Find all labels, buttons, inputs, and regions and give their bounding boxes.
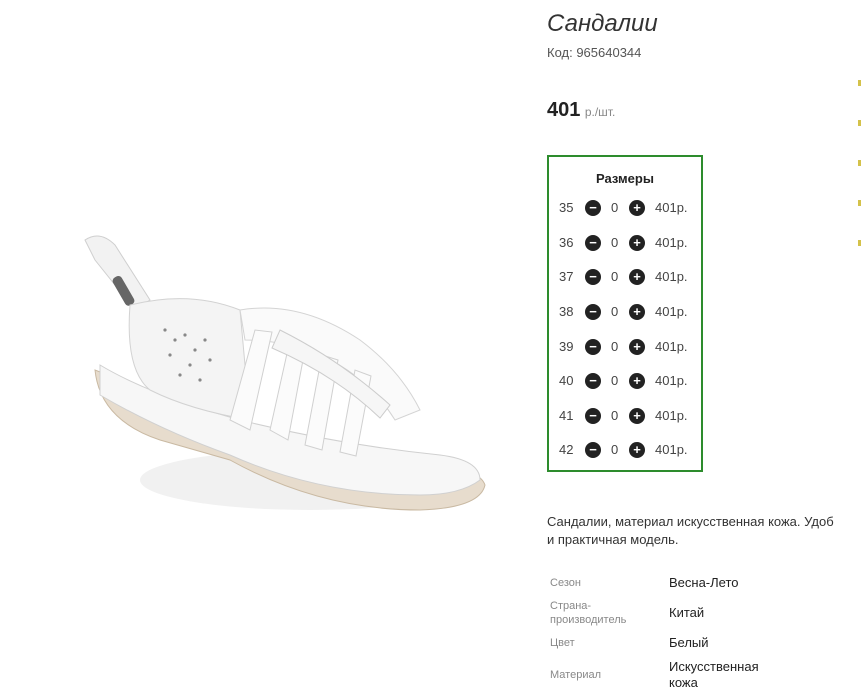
price-unit: р./шт. bbox=[584, 105, 616, 119]
spec-value-country: Китай bbox=[669, 605, 705, 620]
description-line: и практичная модель. bbox=[547, 532, 679, 547]
spec-label-line: производитель bbox=[550, 614, 627, 626]
quantity-value: 0 bbox=[611, 235, 619, 250]
minus-circle-icon[interactable]: − bbox=[585, 200, 601, 216]
size-price: 401р. bbox=[655, 339, 688, 354]
size-price: 401р. bbox=[655, 373, 688, 388]
size-label: 42 bbox=[559, 442, 574, 457]
sizes-title: Размеры bbox=[596, 171, 654, 186]
minus-circle-icon[interactable]: − bbox=[585, 304, 601, 320]
spec-value-season: Весна-Лето bbox=[669, 575, 739, 590]
quantity-value: 0 bbox=[611, 442, 619, 457]
quantity-value: 0 bbox=[611, 408, 619, 423]
size-price: 401р. bbox=[655, 269, 688, 284]
price-amount: 401 bbox=[547, 99, 581, 121]
size-label: 36 bbox=[559, 235, 574, 250]
sizes-panel: Размеры 35 − 0 + 401р. 36 − 0 + 401р. 37… bbox=[547, 155, 703, 472]
minus-circle-icon[interactable]: − bbox=[585, 339, 601, 355]
size-label: 39 bbox=[559, 339, 574, 354]
size-price: 401р. bbox=[655, 235, 688, 250]
plus-circle-icon[interactable]: + bbox=[629, 200, 645, 216]
size-row-41: 41 − 0 + 401р. bbox=[549, 406, 701, 426]
minus-circle-icon[interactable]: − bbox=[585, 269, 601, 285]
minus-circle-icon[interactable]: − bbox=[585, 442, 601, 458]
size-label: 38 bbox=[559, 304, 574, 319]
spec-label-material: Материал bbox=[550, 669, 601, 681]
product-description: Сандалии, материал искусственная кожа. У… bbox=[547, 513, 862, 549]
plus-circle-icon[interactable]: + bbox=[629, 442, 645, 458]
plus-circle-icon[interactable]: + bbox=[629, 373, 645, 389]
size-price: 401р. bbox=[655, 408, 688, 423]
plus-circle-icon[interactable]: + bbox=[629, 408, 645, 424]
quantity-value: 0 bbox=[611, 269, 619, 284]
size-price: 401р. bbox=[655, 200, 688, 215]
spec-value-material: Искусственная кожа bbox=[669, 659, 759, 691]
size-row-36: 36 − 0 + 401р. bbox=[549, 233, 701, 253]
product-image[interactable] bbox=[40, 190, 510, 550]
right-edge-decoration bbox=[858, 60, 862, 260]
size-row-42: 42 − 0 + 401р. bbox=[549, 440, 701, 460]
size-row-37: 37 − 0 + 401р. bbox=[549, 267, 701, 287]
description-line: Сандалии, материал искусственная кожа. У… bbox=[547, 514, 834, 529]
minus-circle-icon[interactable]: − bbox=[585, 373, 601, 389]
spec-value-line: кожа bbox=[669, 675, 698, 690]
plus-circle-icon[interactable]: + bbox=[629, 339, 645, 355]
size-row-40: 40 − 0 + 401р. bbox=[549, 371, 701, 391]
size-price: 401р. bbox=[655, 442, 688, 457]
quantity-value: 0 bbox=[611, 304, 619, 319]
quantity-value: 0 bbox=[611, 373, 619, 388]
minus-circle-icon[interactable]: − bbox=[585, 408, 601, 424]
size-row-39: 39 − 0 + 401р. bbox=[549, 337, 701, 357]
minus-circle-icon[interactable]: − bbox=[585, 235, 601, 251]
size-price: 401р. bbox=[655, 304, 688, 319]
quantity-value: 0 bbox=[611, 339, 619, 354]
spec-label-season: Сезон bbox=[550, 577, 581, 589]
quantity-value: 0 bbox=[611, 200, 619, 215]
size-label: 37 bbox=[559, 269, 574, 284]
plus-circle-icon[interactable]: + bbox=[629, 304, 645, 320]
product-price: 401 р./шт. bbox=[547, 99, 615, 122]
spec-value-color: Белый bbox=[669, 635, 709, 650]
size-row-35: 35 − 0 + 401р. bbox=[549, 198, 701, 218]
spec-label-country: Страна- производитель bbox=[550, 599, 626, 627]
spec-label-color: Цвет bbox=[550, 637, 575, 649]
plus-circle-icon[interactable]: + bbox=[629, 269, 645, 285]
plus-circle-icon[interactable]: + bbox=[629, 235, 645, 251]
spec-value-line: Искусственная bbox=[669, 659, 759, 674]
size-label: 41 bbox=[559, 408, 574, 423]
size-label: 40 bbox=[559, 373, 574, 388]
size-label: 35 bbox=[559, 200, 574, 215]
product-code: Код: 965640344 bbox=[547, 45, 642, 60]
spec-label-line: Страна- bbox=[550, 600, 592, 612]
size-row-38: 38 − 0 + 401р. bbox=[549, 302, 701, 322]
product-title: Сандалии bbox=[547, 10, 658, 37]
